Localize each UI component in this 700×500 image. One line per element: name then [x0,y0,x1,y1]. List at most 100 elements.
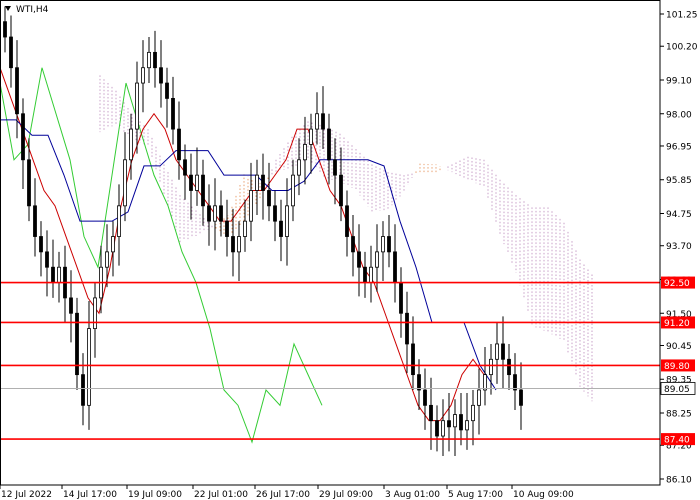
candle [45,230,49,297]
candle [111,221,115,277]
candle-body [81,374,85,406]
y-tick-label: 86.10 [666,476,692,486]
plot-frame [0,0,661,486]
chart-title-group: WTI,H4 [5,5,49,15]
candle [465,393,469,450]
candle-body [297,159,301,176]
candle [369,245,373,303]
candle-body [177,128,181,161]
candle-body [39,236,43,253]
y-tick-label: 93.70 [666,242,692,252]
x-tick-label: 14 Jul 17:00 [63,490,117,500]
candle [459,393,463,446]
kijun-sen-line [0,119,497,391]
candle [279,199,283,262]
candle [363,251,367,298]
candle [501,316,505,389]
candle-body [429,404,433,422]
candle-body [339,174,343,207]
candle-body [243,220,247,237]
x-tick-label: 26 Jul 17:00 [256,490,310,500]
candle-body [411,343,415,376]
candle-body [477,389,481,406]
price-chart[interactable]: 101.25 100.20 99.10 98.00 96.95 95.85 94.75 93.… [0,0,700,500]
candle-body [231,236,235,253]
candle-body [315,113,319,130]
candle [15,40,19,139]
candle-body [3,21,7,38]
candle [105,224,109,288]
price-badges: 92.50 91.20 89.80 87.40 89.05 [660,276,696,446]
y-tick-label: 99.10 [666,76,692,86]
candle-body [423,389,427,406]
title-triangle-icon [5,6,11,11]
candle-body [303,144,307,161]
candle-body [159,67,163,84]
candle-body [87,328,91,406]
current-price-badge: 89.05 [660,382,696,395]
candle [213,178,217,251]
candle-body [267,190,271,207]
candle-body [387,236,391,253]
candle-body [117,205,121,237]
y-tick-label: 94.75 [666,210,692,220]
candle-body [153,51,157,69]
candle [267,162,271,222]
candle [183,144,187,200]
candle-body [261,174,265,191]
candle [39,221,43,277]
y-tick-label: 98.00 [666,110,692,120]
candle-body [333,159,337,176]
candle-body [453,414,457,428]
candle [33,178,37,257]
candle [435,405,439,452]
candle [483,347,487,406]
candle [243,199,247,252]
candle-body [435,420,439,437]
x-tick-label: 12 Jul 2022 [1,490,52,500]
candle-body [405,312,409,345]
level-badge-label: 87.40 [664,436,690,446]
candle [3,6,7,53]
candle-body [369,266,373,283]
candle-body [21,113,25,161]
candle-body [9,36,13,69]
candle-body [225,220,229,237]
candle-body [399,282,403,314]
candle-body [273,205,277,222]
x-tick-label: 19 Jul 09:00 [128,490,182,500]
candle [477,368,481,435]
candle [93,282,97,358]
candle [189,153,193,220]
candle [345,190,349,257]
candle [75,297,79,390]
candle [303,116,307,185]
candle [447,393,451,452]
candle [405,291,409,374]
candle [411,316,415,390]
candle [81,353,85,426]
chart-title: WTI,H4 [16,5,49,15]
candle [375,224,379,292]
candle-body [495,343,499,360]
horizontal-levels[interactable] [0,281,660,440]
candle-body [123,159,127,207]
candle-body [465,420,469,431]
candle [507,343,511,390]
candle-body [105,251,109,268]
current-price-label: 89.05 [664,385,690,395]
candle [57,251,61,303]
candle [387,215,391,268]
candle-body [27,159,31,207]
y-tick-label: 90.45 [666,342,692,352]
candle [495,322,499,384]
candle-body [375,251,379,268]
candle [291,159,295,222]
chart-root: 101.25 100.20 99.10 98.00 96.95 95.85 94.75 93.… [0,0,700,500]
candle [321,86,325,150]
candle [423,368,427,430]
candle [255,159,259,216]
y-tick-label: 95.85 [666,176,692,186]
candle [201,159,205,226]
candle [249,162,253,242]
